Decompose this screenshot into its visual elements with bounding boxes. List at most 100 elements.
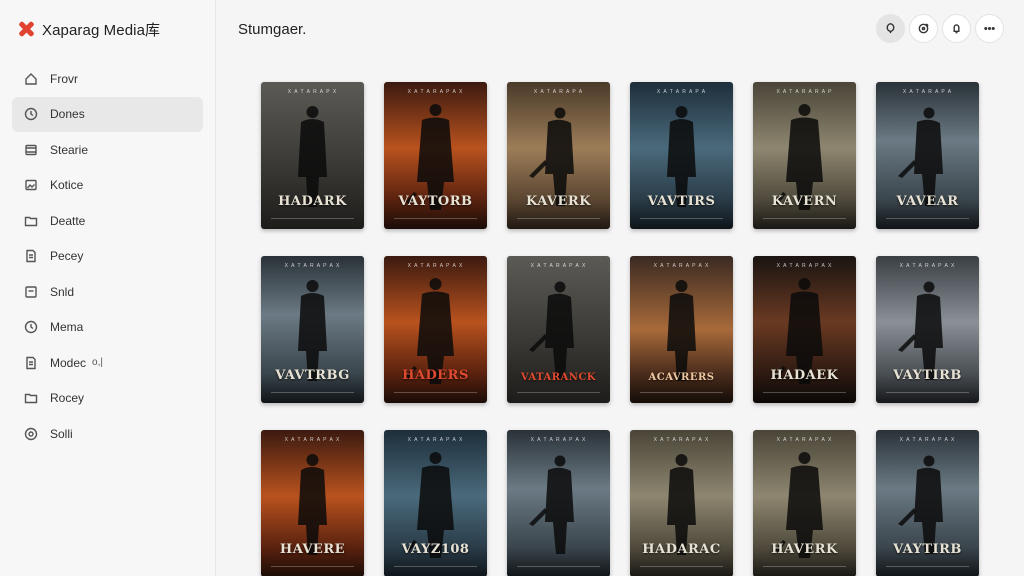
sidebar-item-label: Modec [50, 355, 87, 370]
poster-credits [640, 566, 723, 569]
sidebar-item-label: Frovr [50, 71, 78, 86]
poster-card[interactable]: X A T A R A P A X VATARANCK [507, 256, 610, 403]
poster-credits [517, 566, 600, 569]
poster-title: KAVERN [771, 194, 838, 209]
sidebar-item-label: Mema [50, 320, 84, 334]
poster-title: VAYZ108 [401, 542, 470, 557]
document-icon [24, 249, 38, 263]
poster-title: HADAEK [770, 368, 839, 383]
poster-card[interactable]: X A T A R A P A X VAYTORB [384, 82, 487, 229]
sidebar-item-label: Snld [50, 284, 75, 299]
poster-card[interactable]: X A T A R A P A X HADAEK [753, 256, 856, 403]
poster-credits [394, 392, 477, 395]
poster-credits [271, 566, 354, 569]
folder-icon [24, 391, 38, 405]
poster-title: VAYTORB [398, 194, 473, 209]
search-button[interactable] [876, 14, 905, 43]
poster-credits [517, 218, 600, 221]
grid-icon [24, 285, 38, 299]
poster-card[interactable]: X A T A R A P A X [507, 430, 610, 576]
poster-title: VAVTRBG [275, 368, 350, 383]
poster-card[interactable]: X A T A R A P A VAVTIRS [630, 82, 733, 229]
bell-button[interactable] [942, 14, 971, 43]
settings-icon [24, 427, 38, 441]
sidebar-item-label: Deatte [50, 213, 86, 228]
sidebar-item-badge: о,| [92, 357, 103, 368]
poster-title: HAVERE [279, 542, 346, 557]
poster-title: VATARANCK [520, 372, 597, 383]
poster-card[interactable]: X A T A R A R A P KAVERN [753, 82, 856, 229]
poster-title: HAVERK [771, 542, 838, 557]
app-title: Xaparag Media库 [42, 21, 161, 39]
sidebar-item-label: Rocey [50, 391, 85, 405]
poster-credits [394, 566, 477, 569]
sidebar-item-label: Kotice [50, 178, 84, 192]
poster-title: VAYTIRB [893, 368, 962, 383]
sidebar-item-label: Dones [50, 107, 85, 121]
poster-card[interactable]: X A T A R A P A X HADARAC [630, 430, 733, 576]
poster-figure [529, 455, 574, 554]
sidebar-item-mema[interactable]: Mema [12, 310, 203, 345]
poster-title: HADERS [402, 368, 469, 383]
folder-icon [24, 214, 38, 228]
poster-card[interactable]: X A T A R A P A X VAVTRBG [261, 256, 364, 403]
poster-credits [640, 392, 723, 395]
sidebar-item-modec[interactable]: Modec о,| [12, 345, 203, 380]
sidebar-item-label: Solli [50, 426, 73, 441]
poster-card[interactable]: X A T A R A P A KAVERK [507, 82, 610, 229]
sidebar-item-label: Stearie [50, 142, 89, 157]
home-icon [24, 72, 38, 86]
sidebar-item-deatte[interactable]: Deatte [12, 203, 203, 238]
poster-card[interactable]: X A T A R A P A X HAVERE [261, 430, 364, 576]
bell-icon [950, 22, 963, 35]
poster-card[interactable]: X A T A R A P A X VAYTIRB [876, 256, 979, 403]
main-content: Stumgaer. X A T A R A P X HADARK X A T A R… [217, 0, 1024, 576]
poster-card[interactable]: X A T A R A P X HADARK [261, 82, 364, 229]
poster-credits [394, 218, 477, 221]
poster-title: HADARK [278, 194, 347, 209]
search-icon [884, 22, 897, 35]
film-icon [24, 143, 38, 157]
poster-credits [271, 392, 354, 395]
poster-title: KAVERK [525, 194, 591, 209]
more-icon [983, 22, 996, 35]
poster-grid: X A T A R A P X HADARK X A T A R A P A X VA… [261, 82, 979, 576]
sidebar-item-dones[interactable]: Dones [12, 96, 203, 132]
sidebar-item-snld[interactable]: Snld [12, 274, 203, 309]
poster-card[interactable]: X A T A R A P A X VAYTIRB [876, 430, 979, 576]
poster-credits [271, 218, 354, 221]
photo-icon [24, 178, 38, 192]
poster-card[interactable]: X A T A R A P A VAVEAR [876, 82, 979, 229]
clock-icon [24, 107, 38, 121]
poster-credits [763, 392, 846, 395]
logo-icon [18, 21, 34, 37]
refresh-button[interactable] [909, 14, 938, 43]
poster-card[interactable]: X A T A R A P A X ACAVRERS [630, 256, 733, 403]
poster-title: ACAVRERS [648, 372, 715, 383]
document-icon [24, 356, 38, 370]
app-brand[interactable]: Xaparag Media库 [18, 18, 160, 40]
sidebar: Xaparag Media库 Frovr Dones Stearie Kotice De… [0, 0, 216, 576]
poster-card[interactable]: X A T A R A P A X VAYZ108 [384, 430, 487, 576]
poster-title: VAYTIRB [893, 542, 962, 557]
poster-card[interactable]: X A T A R A P A X HADERS [384, 256, 487, 403]
sidebar-item-kotice[interactable]: Kotice [12, 168, 203, 203]
more-button[interactable] [975, 14, 1004, 43]
refresh-icon [917, 22, 930, 35]
poster-credits [763, 218, 846, 221]
poster-title: HADARAC [642, 542, 721, 557]
poster-credits [763, 566, 846, 569]
poster-credits [886, 566, 969, 569]
sidebar-item-label: Pecey [50, 249, 84, 263]
poster-card[interactable]: X A T A R A P A X HAVERK [753, 430, 856, 576]
toolbar [876, 14, 1004, 43]
sidebar-item-solli[interactable]: Solli [12, 416, 203, 451]
sidebar-item-frovr[interactable]: Frovr [12, 61, 203, 96]
poster-title: VAVEAR [896, 194, 959, 209]
poster-credits [640, 218, 723, 221]
clock-icon [24, 320, 38, 334]
sidebar-item-rocey[interactable]: Rocey [12, 381, 203, 416]
poster-title: VAVTIRS [647, 194, 716, 209]
sidebar-item-pecey[interactable]: Pecey [12, 239, 203, 274]
sidebar-item-stearie[interactable]: Stearie [12, 132, 203, 167]
